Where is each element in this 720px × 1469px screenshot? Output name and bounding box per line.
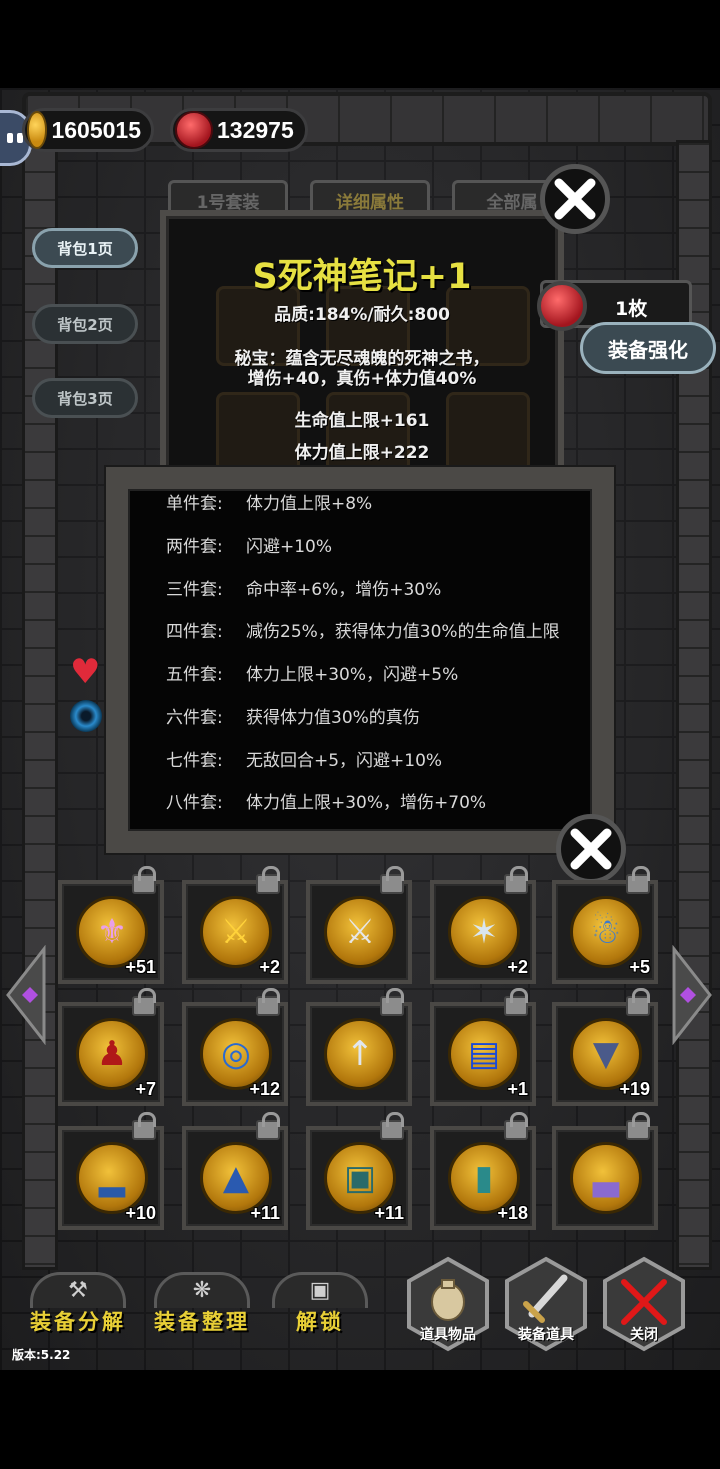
hammer-icon: ⚒ <box>68 1278 88 1303</box>
gem-amount: 132975 <box>217 116 294 143</box>
enhance-level: +5 <box>629 957 650 977</box>
unlock-button[interactable]: ▣ 解锁 <box>264 1272 376 1338</box>
inventory-slot[interactable]: ▲ +11 <box>182 1112 288 1230</box>
inventory-slot[interactable]: ▂ +10 <box>58 1112 164 1230</box>
close-detail-button[interactable] <box>540 164 610 234</box>
decompose-button[interactable]: ⚒ 装备分解 <box>22 1272 134 1338</box>
close-button[interactable]: 关闭 <box>602 1256 686 1352</box>
heart-icon: ♥ <box>70 652 101 692</box>
enhance-level: +7 <box>135 1079 156 1099</box>
bag-page-2-button[interactable]: 背包2页 <box>32 304 138 344</box>
organize-label: 装备整理 <box>154 1310 250 1334</box>
purple-boots-icon: ▃ <box>570 1142 642 1214</box>
lock-icon[interactable] <box>380 1112 404 1140</box>
set-bonus-row: 七件套: 无敌回合+5，闪避+10% <box>166 751 443 771</box>
gold-coin-icon <box>27 111 48 149</box>
stone-count: 1枚 <box>615 298 648 320</box>
gem-counter: 132975 <box>170 108 308 152</box>
version-text: 版本:5.22 <box>12 1348 71 1362</box>
inventory-slot[interactable]: ▃ <box>552 1112 658 1230</box>
organize-button[interactable]: ❋ 装备整理 <box>146 1272 258 1338</box>
enhance-level: +2 <box>259 957 280 977</box>
item-quality: 品质:184%/耐久:800 <box>274 305 450 325</box>
inventory-slot[interactable]: ⚜ +51 <box>58 866 164 984</box>
lock-icon[interactable] <box>132 988 156 1016</box>
lock-icon[interactable] <box>132 866 156 894</box>
strengthen-stone-count: 1枚 <box>537 280 692 331</box>
set-bonus-row: 六件套: 获得体力值30%的真伤 <box>166 708 420 728</box>
enhance-level: +11 <box>374 1203 404 1223</box>
close-set-bonus-button[interactable] <box>556 814 626 884</box>
inventory-slot[interactable]: ✶ +2 <box>430 866 536 984</box>
decompose-label: 装备分解 <box>30 1310 126 1334</box>
lock-icon[interactable] <box>504 988 528 1016</box>
equip-items-label: 装备道具 <box>518 1327 574 1343</box>
set-bonus-row: 八件套: 体力值上限+30%，增伤+70% <box>166 793 487 813</box>
inventory-slot[interactable]: ☃ +5 <box>552 866 658 984</box>
set-bonus-row: 两件套: 闪避+10% <box>166 537 333 557</box>
bag-icon <box>431 1283 465 1321</box>
items-button[interactable]: 道具物品 <box>406 1256 490 1352</box>
enhance-level: +18 <box>497 1203 528 1223</box>
inventory-slot[interactable]: ◎ +12 <box>182 988 288 1106</box>
inventory-slot[interactable]: ⚔ +2 <box>182 866 288 984</box>
inventory-slot[interactable]: ▼ +19 <box>552 988 658 1106</box>
strengthen-button[interactable]: 装备强化 <box>580 322 716 374</box>
enhance-level: +1 <box>507 1079 528 1099</box>
lock-icon[interactable] <box>256 866 280 894</box>
broadsword-icon: ⚔ <box>324 896 396 968</box>
bag-page-3-button[interactable]: 背包3页 <box>32 378 138 418</box>
lock-icon[interactable] <box>380 988 404 1016</box>
enhance-level: +10 <box>125 1203 156 1223</box>
inventory-slot[interactable]: ▮ +18 <box>430 1112 536 1230</box>
bag-page-1-button[interactable]: 背包1页 <box>32 228 138 268</box>
item-secret-line-2: 增伤+40，真伤+体力值40% <box>247 369 477 389</box>
close-icon <box>554 178 596 220</box>
gold-amount: 1605015 <box>51 116 141 143</box>
enhance-level: +11 <box>250 1203 280 1223</box>
chest-icon: ▣ <box>309 1278 331 1303</box>
enhance-level: +51 <box>125 957 156 977</box>
lock-icon[interactable] <box>380 866 404 894</box>
items-label: 道具物品 <box>420 1327 476 1343</box>
gold-counter: 1605015 <box>22 108 154 152</box>
inventory-slot[interactable]: ⚔ <box>306 866 412 984</box>
lock-icon[interactable] <box>132 1112 156 1140</box>
item-detail-panel: S死神笔记+1 品质:184%/耐久:800 秘宝：蕴含无尽魂魄的死神之书， 增… <box>160 210 564 490</box>
red-gem-icon <box>175 111 213 149</box>
close-label: 关闭 <box>630 1327 658 1343</box>
enhance-level: +12 <box>249 1079 280 1099</box>
inventory-slot[interactable]: ↑ <box>306 988 412 1106</box>
silver-spear-icon: ↑ <box>324 1018 396 1090</box>
lock-icon[interactable] <box>256 1112 280 1140</box>
lock-icon[interactable] <box>504 1112 528 1140</box>
next-page-arrow-icon[interactable] <box>670 945 714 1045</box>
enhance-level: +19 <box>619 1079 650 1099</box>
prev-page-arrow-icon[interactable] <box>4 945 48 1045</box>
set-bonus-row: 三件套: 命中率+6%，增伤+30% <box>166 580 442 600</box>
item-stat-stamina: 体力值上限+222 <box>294 443 430 463</box>
lock-icon[interactable] <box>626 1112 650 1140</box>
enhance-level: +2 <box>507 957 528 977</box>
set-bonus-panel: 单件套: 体力值上限+8% 两件套: 闪避+10% 三件套: 命中率+6%，增伤+30… <box>106 467 614 853</box>
item-name: S死神笔记+1 <box>252 257 472 297</box>
equip-items-button[interactable]: 装备道具 <box>504 1256 588 1352</box>
inventory-slot[interactable]: ♟ +7 <box>58 988 164 1106</box>
inventory-slot[interactable]: ▣ +11 <box>306 1112 412 1230</box>
inventory-slot[interactable]: ▤ +1 <box>430 988 536 1106</box>
lock-icon[interactable] <box>626 988 650 1016</box>
strengthen-gem-icon <box>537 281 587 331</box>
lock-icon[interactable] <box>504 866 528 894</box>
crest-icon: ❋ <box>192 1278 212 1303</box>
set-bonus-row: 单件套: 体力值上限+8% <box>166 494 373 514</box>
lock-icon[interactable] <box>626 866 650 894</box>
set-bonus-row: 四件套: 减伤25%，获得体力值30%的生命值上限 <box>166 622 560 642</box>
close-icon <box>570 828 612 870</box>
set-bonus-row: 五件套: 体力上限+30%，闪避+5% <box>166 665 459 685</box>
lock-icon[interactable] <box>256 988 280 1016</box>
item-stat-hp: 生命值上限+161 <box>294 411 430 431</box>
vortex-icon <box>70 700 102 732</box>
unlock-label: 解锁 <box>296 1310 344 1334</box>
